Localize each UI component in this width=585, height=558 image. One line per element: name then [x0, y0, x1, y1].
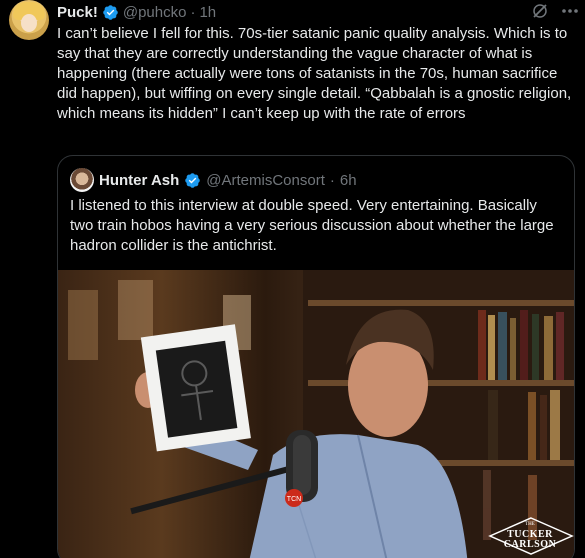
- author-name[interactable]: Puck!: [57, 4, 98, 21]
- watermark-text: TUCKER CARLSON: [500, 530, 560, 550]
- separator-dot: ·: [190, 3, 196, 21]
- tweet-header: Puck! @puhcko · 1h: [57, 2, 216, 22]
- quoted-tweet-image[interactable]: TCN THE TUCKER CARLSON: [58, 270, 574, 558]
- timestamp[interactable]: 1h: [199, 4, 216, 21]
- verified-badge-icon[interactable]: [102, 4, 119, 21]
- quoted-timestamp: 6h: [339, 171, 357, 189]
- quoted-author-name: Hunter Ash: [99, 171, 180, 189]
- quoted-verified-badge-icon: [184, 172, 201, 189]
- quoted-tweet-text: I listened to this interview at double s…: [70, 197, 554, 254]
- quoted-author-avatar: [70, 168, 94, 192]
- author-handle[interactable]: @puhcko: [123, 4, 187, 21]
- tweet[interactable]: Puck! @puhcko · 1h I can’t believe I fel…: [0, 0, 585, 558]
- quoted-separator-dot: ·: [329, 171, 335, 189]
- more-options-icon[interactable]: [560, 2, 580, 20]
- quoted-author-handle: @ArtemisConsort: [206, 171, 325, 189]
- author-avatar[interactable]: [9, 0, 49, 40]
- watermark-the: THE: [525, 522, 535, 527]
- quoted-tweet[interactable]: Hunter Ash @ArtemisConsort · 6h I listen…: [57, 155, 575, 558]
- watermark-line2: CARLSON: [503, 539, 557, 550]
- avatar-face: [21, 14, 37, 32]
- quoted-tweet-header: Hunter Ash @ArtemisConsort · 6h: [70, 168, 357, 192]
- svg-text:TCN: TCN: [287, 496, 301, 503]
- tweet-text: I can’t believe I fell for this. 70s-tie…: [57, 25, 572, 122]
- grok-icon[interactable]: [531, 2, 549, 20]
